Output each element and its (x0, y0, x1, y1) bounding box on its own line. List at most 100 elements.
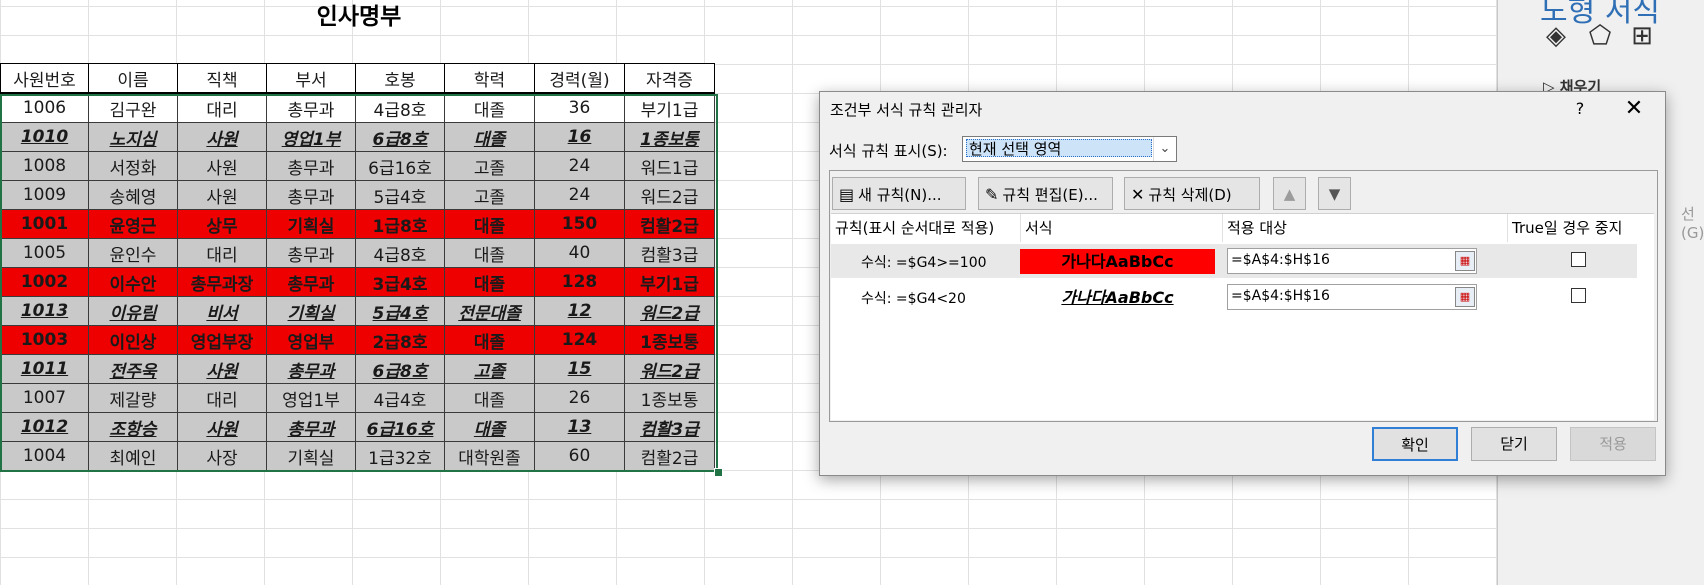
applies-to-input[interactable]: =$A$4:$H$16 ▦ (1227, 248, 1477, 274)
table-cell[interactable]: 송혜영 (88, 180, 178, 210)
table-cell[interactable]: 15 (534, 354, 625, 384)
table-cell[interactable]: 대졸 (444, 209, 535, 239)
table-cell[interactable]: 1006 (0, 92, 89, 123)
table-cell[interactable]: 총무과 (266, 238, 356, 268)
table-cell[interactable]: 대졸 (444, 238, 535, 268)
table-cell[interactable]: 비서 (177, 296, 267, 326)
table-cell[interactable]: 부기1급 (624, 267, 715, 297)
column-header-cell[interactable]: 자격증 (624, 63, 715, 94)
table-cell[interactable]: 사원 (177, 122, 267, 152)
table-cell[interactable]: 대졸 (444, 267, 535, 297)
table-cell[interactable]: 사원 (177, 412, 267, 442)
table-cell[interactable]: 1010 (0, 122, 89, 152)
table-cell[interactable]: 대졸 (444, 122, 535, 152)
edit-rule-button[interactable]: ✎ 규칙 편집(E)... (978, 177, 1113, 210)
table-cell[interactable]: 1001 (0, 209, 89, 239)
applies-to-input[interactable]: =$A$4:$H$16 ▦ (1227, 284, 1477, 310)
table-cell[interactable]: 1013 (0, 296, 89, 326)
table-cell[interactable]: 1011 (0, 354, 89, 384)
table-cell[interactable]: 워드1급 (624, 151, 715, 181)
table-cell[interactable]: 사원 (177, 151, 267, 181)
table-cell[interactable]: 총무과 (266, 151, 356, 181)
table-cell[interactable]: 기획실 (266, 296, 356, 326)
table-cell[interactable]: 5급4호 (355, 180, 445, 210)
chevron-down-icon[interactable]: ⌄ (1153, 137, 1176, 161)
table-cell[interactable]: 총무과 (266, 354, 356, 384)
table-cell[interactable]: 영업1부 (266, 122, 356, 152)
table-cell[interactable]: 128 (534, 267, 625, 297)
fill-line-icon[interactable]: ◈ (1540, 20, 1572, 52)
table-cell[interactable]: 4급4호 (355, 383, 445, 413)
table-cell[interactable]: 컴활3급 (624, 238, 715, 268)
table-cell[interactable]: 1009 (0, 180, 89, 210)
table-cell[interactable]: 사장 (177, 441, 267, 471)
sheet-title[interactable]: 인사명부 (0, 0, 718, 34)
move-up-button[interactable]: ▲ (1273, 177, 1306, 210)
table-cell[interactable]: 김구완 (88, 92, 178, 123)
stop-if-true-checkbox[interactable] (1571, 288, 1586, 303)
table-cell[interactable]: 총무과 (266, 267, 356, 297)
table-cell[interactable]: 노지심 (88, 122, 178, 152)
table-cell[interactable]: 6급8호 (355, 122, 445, 152)
table-cell[interactable]: 대리 (177, 238, 267, 268)
table-cell[interactable]: 대졸 (444, 92, 535, 123)
column-header-cell[interactable]: 학력 (444, 63, 535, 94)
close-icon[interactable]: ✕ (1615, 94, 1653, 124)
column-header-cell[interactable]: 경력(월) (534, 63, 625, 94)
table-cell[interactable]: 영업부 (266, 325, 356, 355)
table-cell[interactable]: 대졸 (444, 412, 535, 442)
table-cell[interactable]: 1004 (0, 441, 89, 471)
table-cell[interactable]: 1007 (0, 383, 89, 413)
table-cell[interactable]: 서정화 (88, 151, 178, 181)
rule-row[interactable]: 수식: =$G4>=100 가나다AaBbCc =$A$4:$H$16 ▦ (831, 244, 1637, 278)
move-down-button[interactable]: ▼ (1318, 177, 1351, 210)
rules-list[interactable]: 규칙(표시 순서대로 적용) 서식 적용 대상 True일 경우 중지 수식: … (831, 213, 1654, 420)
table-cell[interactable]: 제갈량 (88, 383, 178, 413)
table-cell[interactable]: 1급8호 (355, 209, 445, 239)
table-cell[interactable]: 총무과 (266, 92, 356, 123)
table-cell[interactable]: 13 (534, 412, 625, 442)
table-cell[interactable]: 고졸 (444, 180, 535, 210)
table-cell[interactable]: 윤인수 (88, 238, 178, 268)
help-button[interactable]: ? (1565, 94, 1595, 124)
table-cell[interactable]: 조항승 (88, 412, 178, 442)
table-cell[interactable]: 대졸 (444, 325, 535, 355)
table-cell[interactable]: 총무과 (266, 180, 356, 210)
table-cell[interactable]: 고졸 (444, 354, 535, 384)
size-properties-icon[interactable]: ⊞ (1626, 20, 1658, 52)
table-cell[interactable]: 24 (534, 180, 625, 210)
table-cell[interactable]: 4급8호 (355, 92, 445, 123)
range-select-icon[interactable]: ▦ (1455, 287, 1475, 307)
table-cell[interactable]: 윤영근 (88, 209, 178, 239)
table-cell[interactable]: 기획실 (266, 441, 356, 471)
table-cell[interactable]: 36 (534, 92, 625, 123)
table-cell[interactable]: 상무 (177, 209, 267, 239)
table-cell[interactable]: 영업부장 (177, 325, 267, 355)
table-cell[interactable]: 워드2급 (624, 354, 715, 384)
table-cell[interactable]: 12 (534, 296, 625, 326)
table-cell[interactable]: 고졸 (444, 151, 535, 181)
table-cell[interactable]: 16 (534, 122, 625, 152)
table-cell[interactable]: 1급32호 (355, 441, 445, 471)
table-cell[interactable]: 이유림 (88, 296, 178, 326)
table-cell[interactable]: 60 (534, 441, 625, 471)
table-cell[interactable]: 6급16호 (355, 151, 445, 181)
new-rule-button[interactable]: ▤ 새 규칙(N)... (832, 177, 966, 210)
table-cell[interactable]: 5급4호 (355, 296, 445, 326)
table-cell[interactable]: 124 (534, 325, 625, 355)
table-cell[interactable]: 4급8호 (355, 238, 445, 268)
fill-handle[interactable] (714, 468, 723, 477)
table-cell[interactable]: 1종보통 (624, 122, 715, 152)
table-cell[interactable]: 기획실 (266, 209, 356, 239)
table-cell[interactable]: 26 (534, 383, 625, 413)
table-cell[interactable]: 컴활2급 (624, 209, 715, 239)
table-cell[interactable]: 대학원졸 (444, 441, 535, 471)
table-cell[interactable]: 전주욱 (88, 354, 178, 384)
table-cell[interactable]: 이수안 (88, 267, 178, 297)
table-cell[interactable]: 2급8호 (355, 325, 445, 355)
column-header-cell[interactable]: 이름 (88, 63, 178, 94)
rule-row[interactable]: 수식: =$G4<20 가나다AaBbCc =$A$4:$H$16 ▦ (831, 280, 1637, 314)
table-cell[interactable]: 대리 (177, 383, 267, 413)
delete-rule-button[interactable]: ✕ 규칙 삭제(D) (1124, 177, 1260, 210)
table-cell[interactable]: 컴활3급 (624, 412, 715, 442)
